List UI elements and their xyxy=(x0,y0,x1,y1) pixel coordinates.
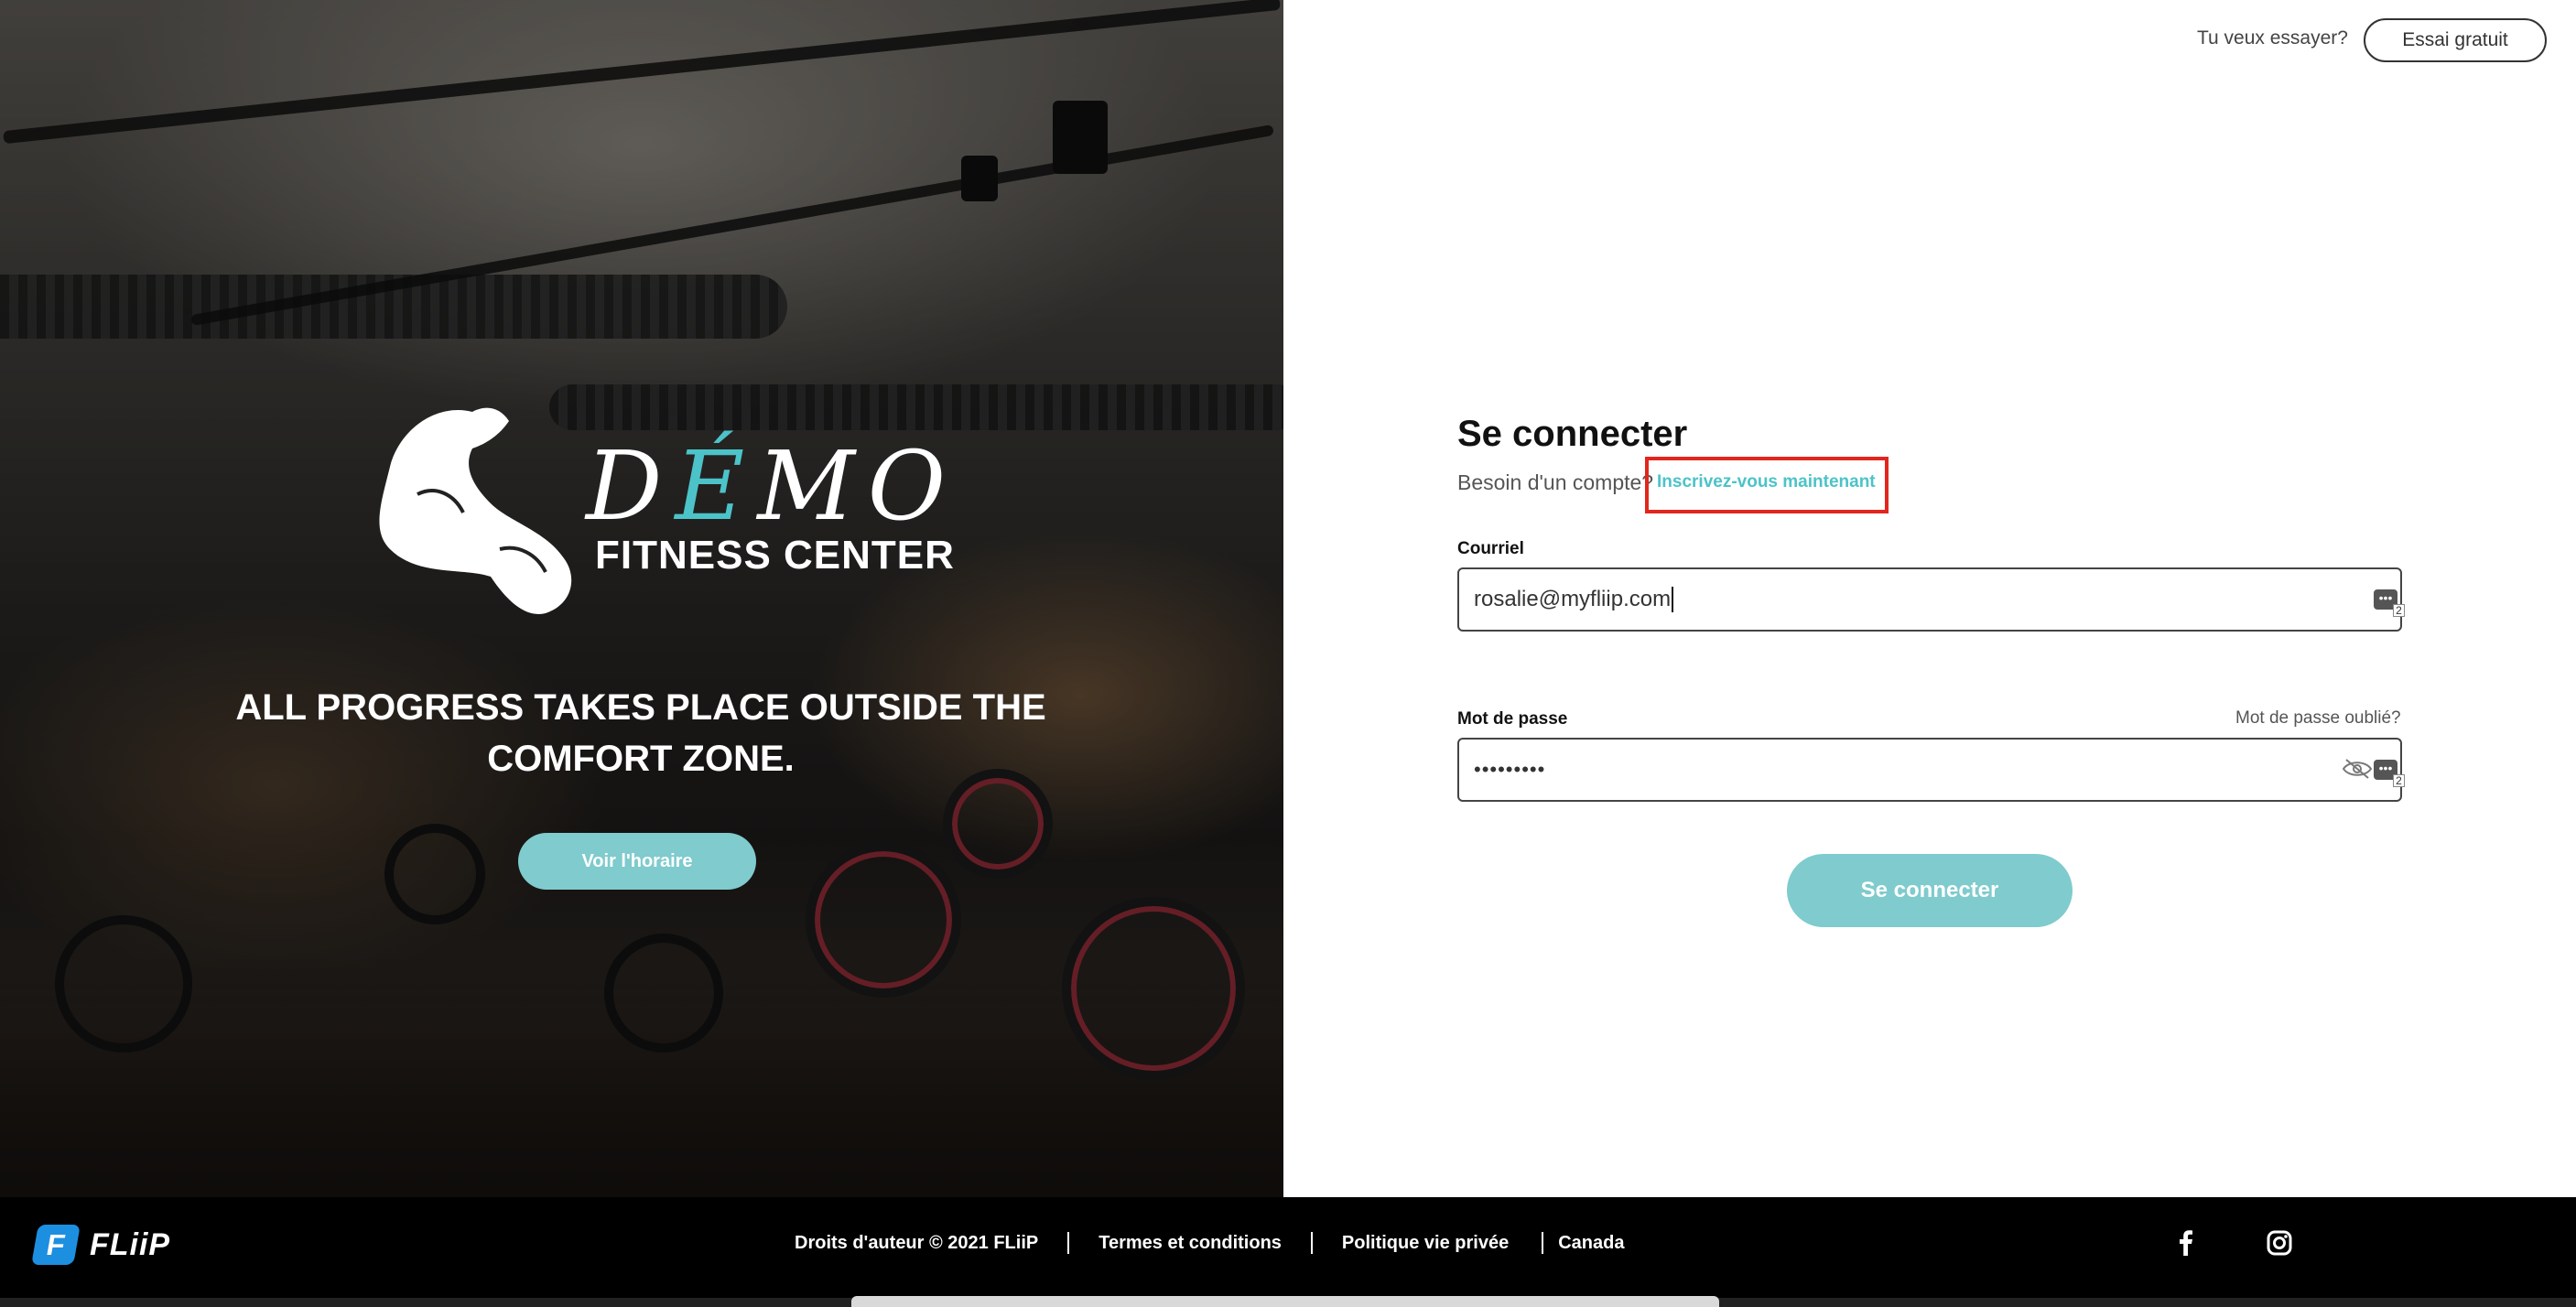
divider xyxy=(1310,1232,1313,1254)
try-prompt: Tu veux essayer? xyxy=(2197,27,2348,49)
terms-link[interactable]: Termes et conditions xyxy=(1099,1233,1282,1254)
login-button[interactable]: Se connecter xyxy=(1787,854,2073,927)
autofill-count: 2 xyxy=(2393,774,2405,787)
footer-links: Droits d'auteur © 2021 FLiiP Termes et c… xyxy=(795,1232,1624,1254)
region-link[interactable]: Canada xyxy=(1558,1233,1624,1254)
password-manager-icon[interactable]: ••• 2 xyxy=(2374,589,2405,617)
fliip-logo-icon: F xyxy=(31,1225,81,1265)
hero-panel: DÉMO FITNESS CENTER ALL PROGRESS TAKES P… xyxy=(0,0,1283,1197)
page-title: Se connecter xyxy=(1457,414,1688,454)
free-trial-button[interactable]: Essai gratuit xyxy=(2364,18,2547,62)
toggle-password-visibility-icon[interactable] xyxy=(2342,758,2373,780)
privacy-link[interactable]: Politique vie privée xyxy=(1342,1233,1509,1254)
fliip-logo[interactable]: F FLiiP xyxy=(31,1225,171,1265)
email-label: Courriel xyxy=(1457,539,1524,558)
fliip-logo-text: FLiiP xyxy=(90,1226,171,1262)
password-label: Mot de passe xyxy=(1457,709,1568,729)
bottom-window-tab xyxy=(851,1296,1719,1307)
forgot-password-link[interactable]: Mot de passe oublié? xyxy=(2235,708,2401,729)
view-schedule-button[interactable]: Voir l'horaire xyxy=(518,833,756,890)
instagram-icon[interactable] xyxy=(2265,1228,2294,1258)
footer: F FLiiP Droits d'auteur © 2021 FLiiP Ter… xyxy=(0,1197,2576,1298)
divider xyxy=(1067,1232,1070,1254)
signup-link[interactable]: Inscrivez-vous maintenant xyxy=(1657,472,1876,492)
facebook-icon[interactable] xyxy=(2171,1228,2201,1258)
email-value: rosalie@myfliip.com xyxy=(1474,587,1672,611)
password-value: ••••••••• xyxy=(1474,758,1546,781)
email-field[interactable]: rosalie@myfliip.com xyxy=(1457,567,2402,632)
brand-name: DÉMO xyxy=(586,430,959,542)
brand-subtitle: FITNESS CENTER xyxy=(595,533,955,578)
text-cursor xyxy=(1672,587,1674,612)
password-field[interactable]: ••••••••• xyxy=(1457,738,2402,802)
divider xyxy=(1542,1232,1544,1254)
password-manager-icon[interactable]: ••• 2 xyxy=(2374,760,2405,787)
hero-slogan: ALL PROGRESS TAKES PLACE OUTSIDE THE COM… xyxy=(235,687,1046,779)
autofill-count: 2 xyxy=(2393,604,2405,617)
need-account-text: Besoin d'un compte? xyxy=(1457,470,1654,494)
copyright-text: Droits d'auteur © 2021 FLiiP xyxy=(795,1232,1039,1253)
